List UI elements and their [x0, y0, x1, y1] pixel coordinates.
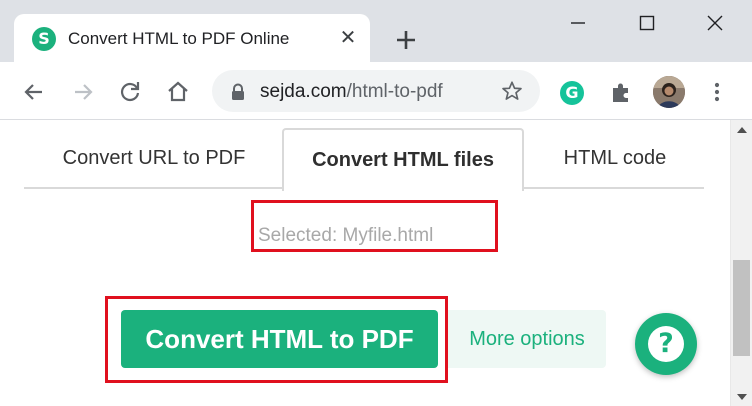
- profile-avatar[interactable]: [653, 76, 685, 108]
- tab-title: Convert HTML to PDF Online: [68, 29, 290, 48]
- address-url: sejda.com/html-to-pdf: [260, 81, 443, 103]
- avatar-photo-icon: [653, 76, 685, 108]
- tab-html-code[interactable]: HTML code: [540, 128, 690, 189]
- page-content: Convert URL to PDF Convert HTML files HT…: [0, 120, 730, 406]
- scrollbar-thumb[interactable]: [733, 260, 750, 356]
- browser-tab[interactable]: S Convert HTML to PDF Online ✕: [14, 14, 370, 62]
- sejda-favicon-icon: S: [32, 27, 56, 51]
- extensions-puzzle-icon[interactable]: [609, 79, 635, 105]
- browser-toolbar: sejda.com/html-to-pdf G: [0, 62, 752, 120]
- scroll-up-arrow-icon[interactable]: [736, 125, 748, 135]
- url-path: /html-to-pdf: [346, 81, 443, 102]
- window-close-icon[interactable]: [700, 8, 730, 38]
- more-menu-icon[interactable]: [705, 80, 729, 104]
- new-tab-icon[interactable]: [393, 27, 419, 53]
- maximize-icon[interactable]: [632, 8, 662, 38]
- reload-icon[interactable]: [117, 79, 143, 105]
- bookmark-star-icon[interactable]: [501, 80, 523, 102]
- more-options-button[interactable]: More options: [448, 310, 606, 368]
- tab-convert-html-files[interactable]: Convert HTML files: [282, 128, 524, 191]
- lock-icon[interactable]: [230, 83, 246, 101]
- browser-titlebar: S Convert HTML to PDF Online ✕: [0, 0, 752, 62]
- url-host: sejda.com: [260, 81, 347, 102]
- tab-close-icon[interactable]: ✕: [336, 26, 360, 50]
- grammarly-extension-icon[interactable]: G: [560, 81, 584, 105]
- minimize-icon[interactable]: [563, 8, 593, 38]
- selected-file-label: Selected: Myfile.html: [258, 225, 434, 246]
- back-arrow-icon[interactable]: [21, 79, 47, 105]
- scroll-down-arrow-icon[interactable]: [736, 392, 748, 402]
- page-scrollbar[interactable]: [730, 120, 752, 406]
- home-icon[interactable]: [165, 79, 191, 105]
- forward-arrow-icon[interactable]: [70, 79, 96, 105]
- tab-convert-url[interactable]: Convert URL to PDF: [42, 128, 266, 189]
- help-question-icon: ?: [648, 326, 684, 362]
- help-chat-button[interactable]: ?: [635, 313, 697, 375]
- convert-html-to-pdf-button[interactable]: Convert HTML to PDF: [121, 310, 438, 368]
- address-bar[interactable]: sejda.com/html-to-pdf: [212, 70, 540, 112]
